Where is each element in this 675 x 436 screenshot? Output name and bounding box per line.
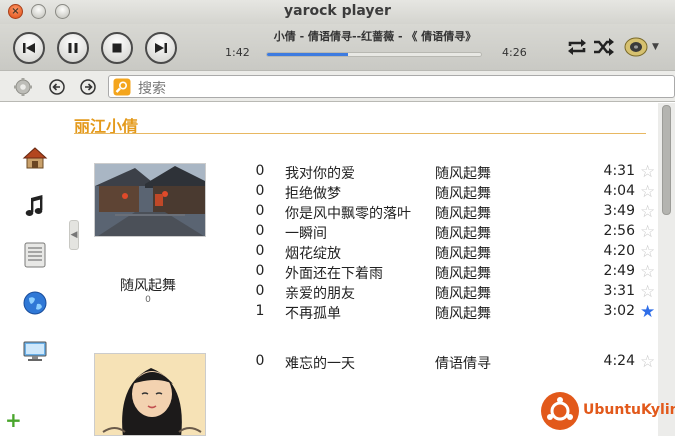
add-icon[interactable]: + <box>5 408 22 432</box>
now-playing-title: 小倩 - 倩语倩寻--红蔷薇 - 《 倩语倩寻》 <box>273 30 477 43</box>
scrollbar-thumb[interactable] <box>662 105 671 215</box>
play-count: 0 <box>255 353 265 369</box>
track-duration: 2:56 <box>603 223 635 239</box>
track-title: 我对你的爱 <box>285 166 355 182</box>
repeat-icon[interactable] <box>566 37 588 57</box>
track-row[interactable]: 0 难忘的一天 倩语倩寻 4:24 ☆ <box>68 352 658 373</box>
track-title: 不再孤单 <box>285 306 341 322</box>
track-row[interactable]: 0 我对你的爱 随风起舞 4:31 ☆ <box>68 162 658 183</box>
track-row[interactable]: 0 你是风中飘零的落叶 随风起舞 3:49 ☆ <box>68 202 658 223</box>
track-album: 随风起舞 <box>435 166 491 182</box>
play-count: 0 <box>255 223 265 239</box>
play-count: 0 <box>255 203 265 219</box>
track-title: 外面还在下着雨 <box>285 266 383 282</box>
favorite-star-icon[interactable]: ★ <box>640 302 655 322</box>
watermark-text: UbuntuKylin <box>583 402 675 418</box>
gear-icon[interactable] <box>13 77 33 97</box>
track-duration: 3:49 <box>603 203 635 219</box>
elapsed-time: 1:42 <box>225 46 250 59</box>
track-album: 随风起舞 <box>435 306 491 322</box>
track-duration: 4:04 <box>603 183 635 199</box>
track-album: 随风起舞 <box>435 246 491 262</box>
track-row[interactable]: 0 亲爱的朋友 随风起舞 3:31 ☆ <box>68 282 658 303</box>
track-title: 亲爱的朋友 <box>285 286 355 302</box>
next-button[interactable] <box>145 32 177 64</box>
playlist-icon[interactable] <box>22 242 48 268</box>
pause-button[interactable] <box>57 32 89 64</box>
progress-fill <box>267 53 349 56</box>
toolbar: 搜索 <box>0 70 675 102</box>
track-album: 随风起舞 <box>435 226 491 242</box>
track-album: 随风起舞 <box>435 206 491 222</box>
favorite-star-icon[interactable]: ☆ <box>640 162 655 182</box>
track-duration: 2:49 <box>603 263 635 279</box>
volume-dropdown-icon[interactable]: ▼ <box>652 42 659 52</box>
track-title: 拒绝做梦 <box>285 186 341 202</box>
globe-icon[interactable] <box>22 290 48 316</box>
favorite-star-icon[interactable]: ☆ <box>640 202 655 222</box>
shuffle-icon[interactable] <box>593 37 615 57</box>
ubuntukylin-logo: UbuntuKylin <box>541 392 675 432</box>
favorite-star-icon[interactable]: ☆ <box>640 222 655 242</box>
track-row[interactable]: 0 拒绝做梦 随风起舞 4:04 ☆ <box>68 182 658 203</box>
back-arrow-icon[interactable] <box>47 77 67 97</box>
play-count: 0 <box>255 283 265 299</box>
track-duration: 4:31 <box>603 163 635 179</box>
forward-arrow-icon[interactable] <box>78 77 98 97</box>
stop-button[interactable] <box>101 32 133 64</box>
track-row[interactable]: 0 烟花绽放 随风起舞 4:20 ☆ <box>68 242 658 263</box>
track-duration: 3:02 <box>603 303 635 319</box>
track-row[interactable]: 0 一瞬间 随风起舞 2:56 ☆ <box>68 222 658 243</box>
play-count: 0 <box>255 263 265 279</box>
search-icon <box>113 78 131 96</box>
previous-button[interactable] <box>13 32 45 64</box>
library-view: 丽江小倩 随风起舞 0 0 我对你的爱 随风起舞 4:31 ☆ 0 拒绝做梦 随… <box>68 103 658 436</box>
track-title: 难忘的一天 <box>285 356 355 372</box>
track-row[interactable]: 0 外面还在下着雨 随风起舞 2:49 ☆ <box>68 262 658 283</box>
title-bar: × yarock player <box>0 0 675 24</box>
track-album: 随风起舞 <box>435 286 491 302</box>
search-box[interactable]: 搜索 <box>108 75 675 98</box>
track-title: 你是风中飘零的落叶 <box>285 206 411 222</box>
skip-back-icon <box>23 43 35 53</box>
player-bar: 小倩 - 倩语倩寻--红蔷薇 - 《 倩语倩寻》 1:42 4:26 ▼ <box>0 24 675 70</box>
music-note-icon[interactable] <box>22 194 48 220</box>
skip-forward-icon <box>155 43 167 53</box>
total-time: 4:26 <box>502 46 527 59</box>
pause-icon <box>68 43 78 53</box>
favorite-star-icon[interactable]: ☆ <box>640 242 655 262</box>
track-title: 一瞬间 <box>285 226 327 242</box>
heading-divider <box>74 133 646 134</box>
vertical-scrollbar[interactable] <box>658 103 675 436</box>
play-count: 0 <box>255 243 265 259</box>
track-row[interactable]: 1 不再孤单 随风起舞 3:02 ★ <box>68 302 658 323</box>
play-count: 1 <box>255 303 265 319</box>
volume-icon[interactable] <box>623 35 649 59</box>
play-count: 0 <box>255 163 265 179</box>
play-count: 0 <box>255 183 265 199</box>
track-album: 随风起舞 <box>435 266 491 282</box>
favorite-star-icon[interactable]: ☆ <box>640 182 655 202</box>
favorite-star-icon[interactable]: ☆ <box>640 282 655 302</box>
track-album: 倩语倩寻 <box>435 356 491 372</box>
sidebar: + <box>0 103 68 436</box>
track-duration: 3:31 <box>603 283 635 299</box>
playback-progress-bar[interactable] <box>266 52 482 57</box>
track-title: 烟花绽放 <box>285 246 341 262</box>
home-icon[interactable] <box>22 145 48 171</box>
computer-icon[interactable] <box>22 338 48 364</box>
search-placeholder: 搜索 <box>138 81 166 97</box>
favorite-star-icon[interactable]: ☆ <box>640 352 655 372</box>
favorite-star-icon[interactable]: ☆ <box>640 262 655 282</box>
ubuntu-logo-icon <box>541 392 579 430</box>
track-duration: 4:24 <box>603 353 635 369</box>
track-album: 随风起舞 <box>435 186 491 202</box>
track-duration: 4:20 <box>603 243 635 259</box>
window-title: yarock player <box>284 3 391 19</box>
stop-icon <box>112 43 122 53</box>
